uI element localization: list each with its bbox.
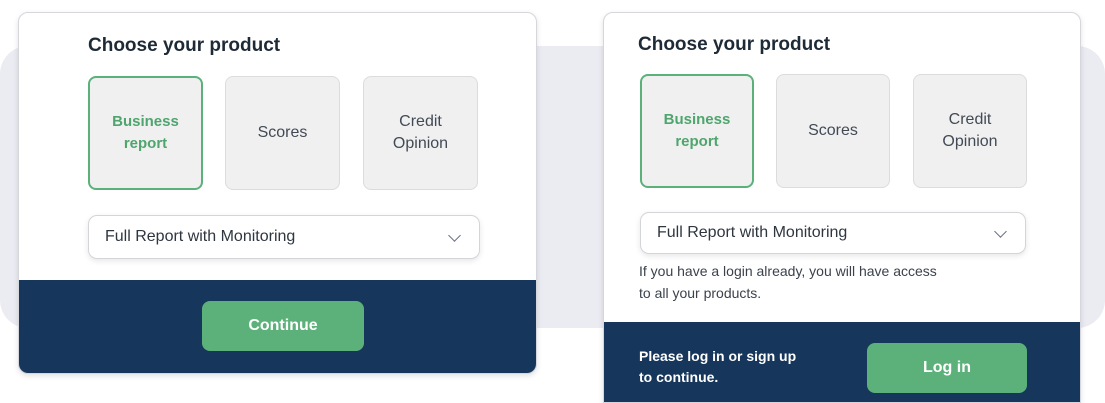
dropdown-value: Full Report with Monitoring xyxy=(105,228,296,245)
report-type-dropdown[interactable]: Full Report with Monitoring xyxy=(640,212,1026,254)
option-credit-opinion[interactable]: Credit Opinion xyxy=(363,76,478,190)
option-label-line2: report xyxy=(675,133,719,150)
login-prompt: Please log in or sign up to continue. xyxy=(639,346,839,388)
option-credit-opinion[interactable]: Credit Opinion xyxy=(913,74,1027,188)
dropdown-value: Full Report with Monitoring xyxy=(657,224,848,241)
note-line1: If you have a login already, you will ha… xyxy=(639,263,937,279)
option-business-report[interactable]: Business report xyxy=(88,76,203,190)
note-line2: to all your products. xyxy=(639,285,762,301)
login-prompt-line1: Please log in or sign up xyxy=(639,348,797,364)
login-access-note: If you have a login already, you will ha… xyxy=(639,260,1039,304)
login-button[interactable]: Log in xyxy=(867,343,1027,393)
option-scores[interactable]: Scores xyxy=(225,76,340,190)
option-label-line1: Business xyxy=(663,111,731,128)
option-label-line1: Business xyxy=(112,113,179,130)
product-card-left: Choose your product Business report Scor… xyxy=(18,12,537,374)
continue-button[interactable]: Continue xyxy=(202,301,364,351)
option-scores[interactable]: Scores xyxy=(776,74,890,188)
product-card-right: Choose your product Business report Scor… xyxy=(603,12,1081,403)
card-footer: Continue xyxy=(19,280,536,373)
option-label-line2: Opinion xyxy=(392,135,449,152)
option-label-line1: Credit xyxy=(948,111,992,128)
product-title: Choose your product xyxy=(638,34,831,55)
option-label-line2: report xyxy=(123,135,168,152)
option-label-line1: Credit xyxy=(399,113,442,130)
option-label-line2: Opinion xyxy=(942,133,998,150)
card-footer: Please log in or sign up to continue. Lo… xyxy=(604,322,1080,402)
option-business-report[interactable]: Business report xyxy=(640,74,754,188)
chevron-down-icon xyxy=(994,224,1007,238)
report-type-dropdown[interactable]: Full Report with Monitoring xyxy=(88,215,480,259)
option-label-line1: Scores xyxy=(808,122,858,139)
chevron-down-icon xyxy=(448,228,461,242)
product-title: Choose your product xyxy=(88,35,281,56)
login-prompt-line2: to continue. xyxy=(639,369,719,385)
option-label-line1: Scores xyxy=(257,124,308,141)
